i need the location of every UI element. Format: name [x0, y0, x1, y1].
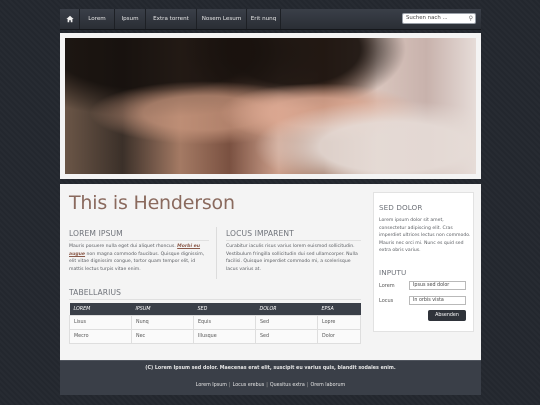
search-input[interactable]: Suchen nach ... ⚲	[402, 13, 476, 24]
footer-separator: |	[306, 383, 309, 388]
table-header-cell: LOREM	[69, 303, 132, 316]
sidebar: SED DOLOR Lorem ipsum dolor sit amet, co…	[373, 192, 474, 332]
hero-frame	[60, 33, 481, 179]
col2-text: Curabitur iaculis risus varius lorem eui…	[226, 244, 358, 272]
nav-item-extra-torrent[interactable]: Extra torrent	[146, 9, 197, 29]
sidebar-heading-1: SED DOLOR	[379, 203, 423, 212]
footer-separator: |	[266, 383, 268, 388]
table-cell: Lisus	[69, 315, 132, 330]
nav-item-ipsum[interactable]: Ipsum	[115, 9, 146, 29]
table-header-cell: DOLOR	[255, 303, 318, 316]
nav-item-nosem-lesum[interactable]: Nosem Lesum	[197, 9, 247, 29]
sidebar-text: Lorem ipsum dolor sit amet, consectetur …	[379, 218, 471, 254]
page-title: This is Henderson	[69, 192, 235, 214]
footer-links: Lorem Ipsum | Locus erebus | Quesitus extra |…	[60, 383, 481, 388]
footer-link-lorem-ipsum[interactable]: Lorem Ipsum	[196, 383, 227, 388]
main-navigation: Lorem Ipsum Extra torrent Nosem Lesum Er…	[60, 9, 481, 30]
hero-photo	[65, 38, 476, 174]
table-cell: Sed	[255, 315, 318, 330]
name-label: Lorem	[379, 283, 395, 289]
col1-text: Mauris posuere nulla eget dui aliquet rh…	[69, 243, 210, 273]
table-cell: Nec	[131, 329, 194, 344]
column-separator	[216, 227, 217, 279]
footer: (C) Lorem Ipsum sed dolor. Maecenas erat…	[60, 360, 481, 395]
table-header-cell: EPSA	[317, 303, 361, 316]
table-row: Lisus Nunq Equis Sed Lopre	[69, 315, 361, 330]
location-label: Locus	[379, 298, 394, 304]
col2-heading: LOCUS IMPARENT	[226, 229, 294, 238]
nav-item-erit-nunq[interactable]: Erit nunq	[247, 9, 281, 29]
col1-heading: LOREM IPSUM	[69, 229, 123, 238]
table-cell: Equis	[193, 315, 256, 330]
table-cell: Mecro	[69, 329, 132, 344]
table-cell: Sed	[255, 329, 318, 344]
submit-button[interactable]: Absenden	[428, 310, 466, 321]
table-divider	[69, 299, 361, 300]
data-table: LOREM IPSUM SED DOLOR EPSA Lisus Nunq Eq…	[69, 303, 361, 344]
footer-link-orem-laborum[interactable]: Orem laborum	[310, 383, 345, 388]
col1-text-end: non magna commodo faucibus. Quisque dign…	[69, 251, 205, 272]
search-placeholder: Suchen nach ...	[406, 15, 448, 21]
search-icon[interactable]: ⚲	[469, 14, 473, 23]
table-cell: Dolor	[317, 329, 361, 344]
footer-link-quesitus-extra[interactable]: Quesitus extra	[270, 383, 305, 388]
footer-separator: |	[228, 383, 231, 388]
table-header-cell: SED	[193, 303, 256, 316]
col2-divider	[226, 240, 361, 241]
table-cell: Lopre	[317, 315, 361, 330]
name-field[interactable]: Ipsus sed dolor	[409, 281, 466, 290]
table-header-row: LOREM IPSUM SED DOLOR EPSA	[69, 303, 361, 316]
table-row: Mecro Nec Illusque Sed Dolor	[69, 329, 361, 344]
footer-link-locus-erebus[interactable]: Locus erebus	[233, 383, 265, 388]
col1-text-start: Mauris posuere nulla eget dui aliquet rh…	[69, 244, 178, 249]
table-cell: Illusque	[193, 329, 256, 344]
nav-item-lorem[interactable]: Lorem	[80, 9, 115, 29]
sidebar-heading-2: INPUTU	[379, 268, 407, 277]
table-cell: Nunq	[131, 315, 194, 330]
nav-home[interactable]	[60, 9, 80, 29]
footer-copyright: (C) Lorem Ipsum sed dolor. Maecenas erat…	[145, 366, 396, 371]
location-field[interactable]: In orbis vista	[409, 296, 466, 305]
content-panel: This is Henderson LOREM IPSUM Mauris pos…	[60, 184, 481, 360]
home-icon	[65, 15, 74, 23]
table-header-cell: IPSUM	[131, 303, 194, 316]
table-heading: TABELLARIUS	[69, 288, 122, 297]
col1-divider	[69, 240, 209, 241]
